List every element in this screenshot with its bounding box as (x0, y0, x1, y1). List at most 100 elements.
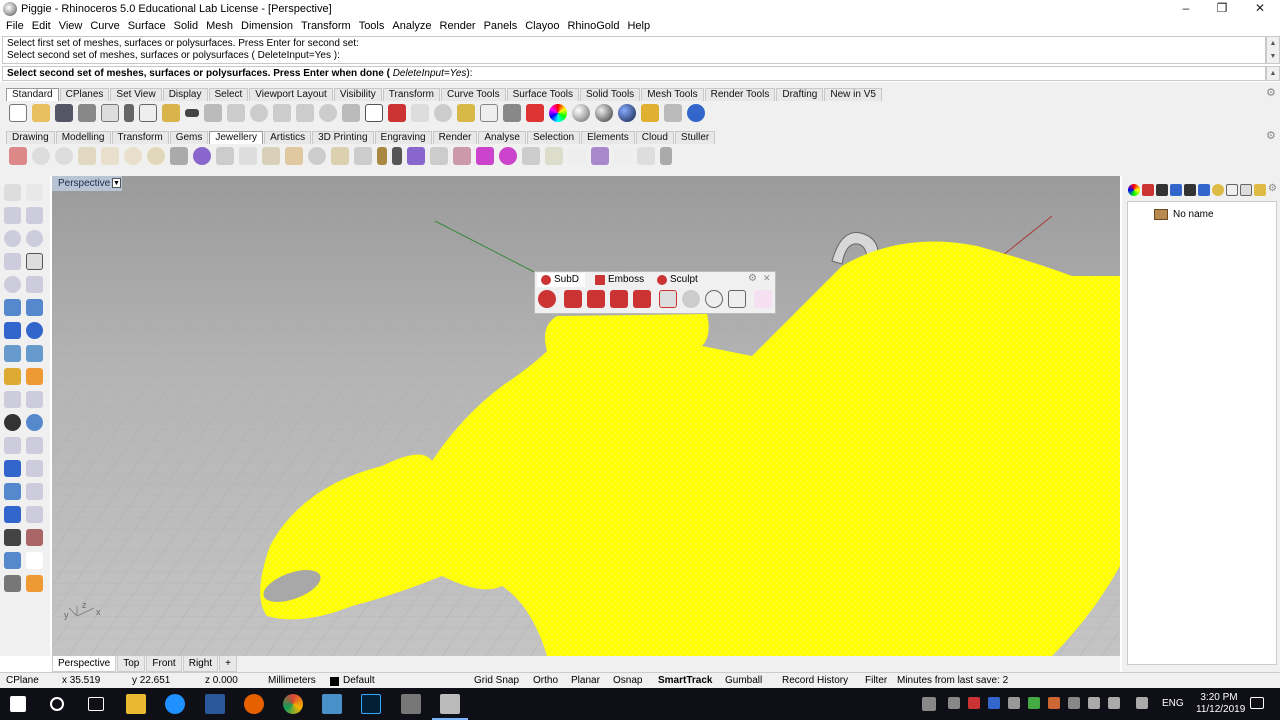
zoom-window-icon[interactable] (272, 104, 291, 122)
tab-solid-tools[interactable]: Solid Tools (580, 88, 641, 101)
rotate-view-icon[interactable] (226, 104, 245, 122)
cutter-icon[interactable] (376, 147, 387, 165)
tab-elements[interactable]: Elements (581, 131, 635, 144)
light-bulb-icon[interactable] (640, 104, 659, 122)
tab-drafting[interactable]: Drafting (776, 88, 824, 101)
ortho-toggle[interactable]: Ortho (533, 673, 558, 688)
smarttrack-toggle[interactable]: SmartTrack (658, 673, 712, 688)
light-icon[interactable] (479, 104, 498, 122)
render-icon[interactable] (617, 104, 636, 122)
maximize-button[interactable]: ❐ (1204, 0, 1240, 18)
tab-render-2[interactable]: Render (432, 131, 478, 144)
surface-icon[interactable] (4, 299, 21, 316)
grid-snap-icon[interactable] (410, 104, 429, 122)
ring-icon[interactable] (31, 147, 50, 165)
tab-surface-tools[interactable]: Surface Tools (506, 88, 579, 101)
gear-icon[interactable]: ⚙ (1268, 183, 1277, 194)
gear-icon[interactable]: ⚙ (1266, 86, 1276, 99)
tab-artistics[interactable]: Artistics (264, 131, 312, 144)
menu-help[interactable]: Help (623, 18, 654, 35)
save-icon[interactable] (54, 104, 73, 122)
pan-icon[interactable] (203, 104, 222, 122)
viewport-tab-top[interactable]: Top (117, 656, 146, 672)
help-icon[interactable] (1226, 184, 1238, 196)
task-view-icon[interactable] (88, 697, 104, 711)
new-file-icon[interactable] (8, 104, 27, 122)
polygon-icon[interactable] (4, 253, 21, 270)
rhino-active-icon[interactable] (440, 694, 460, 714)
shank-icon[interactable] (100, 147, 119, 165)
tab-modelling[interactable]: Modelling (55, 131, 111, 144)
status-cplane[interactable]: CPlane (6, 673, 39, 688)
language-indicator[interactable]: ENG (1162, 688, 1184, 720)
gem-setting-icon[interactable] (192, 147, 211, 165)
menu-edit[interactable]: Edit (28, 18, 55, 35)
import-icon[interactable] (100, 104, 119, 122)
tab-cplanes[interactable]: CPlanes (59, 88, 110, 101)
subd-pen-icon[interactable] (754, 290, 772, 308)
layers-icon[interactable] (1142, 184, 1154, 196)
layer-icon[interactable] (525, 104, 544, 122)
close-icon[interactable]: ✕ (763, 273, 771, 284)
signet-icon[interactable] (123, 147, 142, 165)
dimension-icon[interactable] (4, 506, 21, 523)
fillet-curve-icon[interactable] (26, 276, 43, 293)
gear-icon[interactable]: ⚙ (1266, 129, 1276, 142)
boolean-icon[interactable] (26, 322, 43, 339)
zoom-selected-icon[interactable] (318, 104, 337, 122)
undo-icon[interactable] (184, 109, 199, 117)
wire-icon[interactable] (613, 147, 632, 165)
volume-icon[interactable] (1136, 697, 1148, 709)
camera-icon[interactable] (1170, 184, 1182, 196)
tab-analyse[interactable]: Analyse (478, 131, 526, 144)
notification-icon[interactable] (1250, 697, 1264, 709)
help-icon[interactable] (686, 104, 705, 122)
array-icon[interactable] (4, 483, 21, 500)
prong-icon[interactable] (169, 147, 188, 165)
tab-emboss[interactable]: Emboss (591, 273, 644, 287)
close-button[interactable]: ✕ (1242, 0, 1278, 18)
mirror-icon[interactable] (26, 483, 43, 500)
notes-icon[interactable] (1240, 184, 1252, 196)
select-arrow-icon[interactable] (4, 184, 21, 201)
menu-rhinogold[interactable]: RhinoGold (563, 18, 623, 35)
menu-solid[interactable]: Solid (170, 18, 202, 35)
filter-toggle[interactable]: Filter (865, 673, 887, 688)
color-icon[interactable] (548, 104, 567, 122)
options-icon[interactable] (663, 104, 682, 122)
word-icon[interactable] (205, 694, 225, 714)
undo-view-icon[interactable] (341, 104, 360, 122)
bail-icon[interactable] (330, 147, 349, 165)
add-viewport-tab[interactable]: + (219, 656, 237, 672)
tab-sculpt[interactable]: Sculpt (653, 273, 698, 287)
search-icon[interactable] (50, 697, 64, 711)
subd-brush-icon[interactable] (633, 290, 651, 308)
box-icon[interactable] (4, 322, 21, 339)
tab-set-view[interactable]: Set View (110, 88, 162, 101)
cut-icon[interactable] (123, 104, 134, 122)
join-icon[interactable] (26, 414, 43, 431)
tab-select[interactable]: Select (208, 88, 249, 101)
minimize-button[interactable]: – (1168, 0, 1204, 18)
tab-jewellery[interactable]: Jewellery (209, 131, 264, 144)
menu-panels[interactable]: Panels (480, 18, 522, 35)
text-engrave-icon[interactable] (406, 147, 425, 165)
tab-viewport-layout[interactable]: Viewport Layout (249, 88, 333, 101)
paste-icon[interactable] (161, 104, 180, 122)
viewport-tab-right[interactable]: Right (182, 656, 219, 672)
battery-icon[interactable] (1108, 697, 1120, 709)
clock[interactable]: 3:20 PM 11/12/2019 (1196, 692, 1245, 716)
properties-icon[interactable] (1184, 184, 1196, 196)
perspective-viewport[interactable]: x y z Perspective ▼ (52, 176, 1120, 656)
arc-icon[interactable] (26, 230, 43, 247)
text-icon[interactable] (4, 460, 21, 477)
tray-app-icon[interactable] (988, 697, 1000, 709)
subd-curve-icon[interactable] (587, 290, 605, 308)
menu-render[interactable]: Render (436, 18, 480, 35)
delete-input-option[interactable]: DeleteInput= (393, 68, 450, 79)
bracelet-icon[interactable] (261, 147, 280, 165)
menu-view[interactable]: View (55, 18, 87, 35)
tab-mesh-tools[interactable]: Mesh Tools (641, 88, 704, 101)
material-icon[interactable] (571, 104, 590, 122)
render-preview-icon[interactable] (594, 104, 613, 122)
